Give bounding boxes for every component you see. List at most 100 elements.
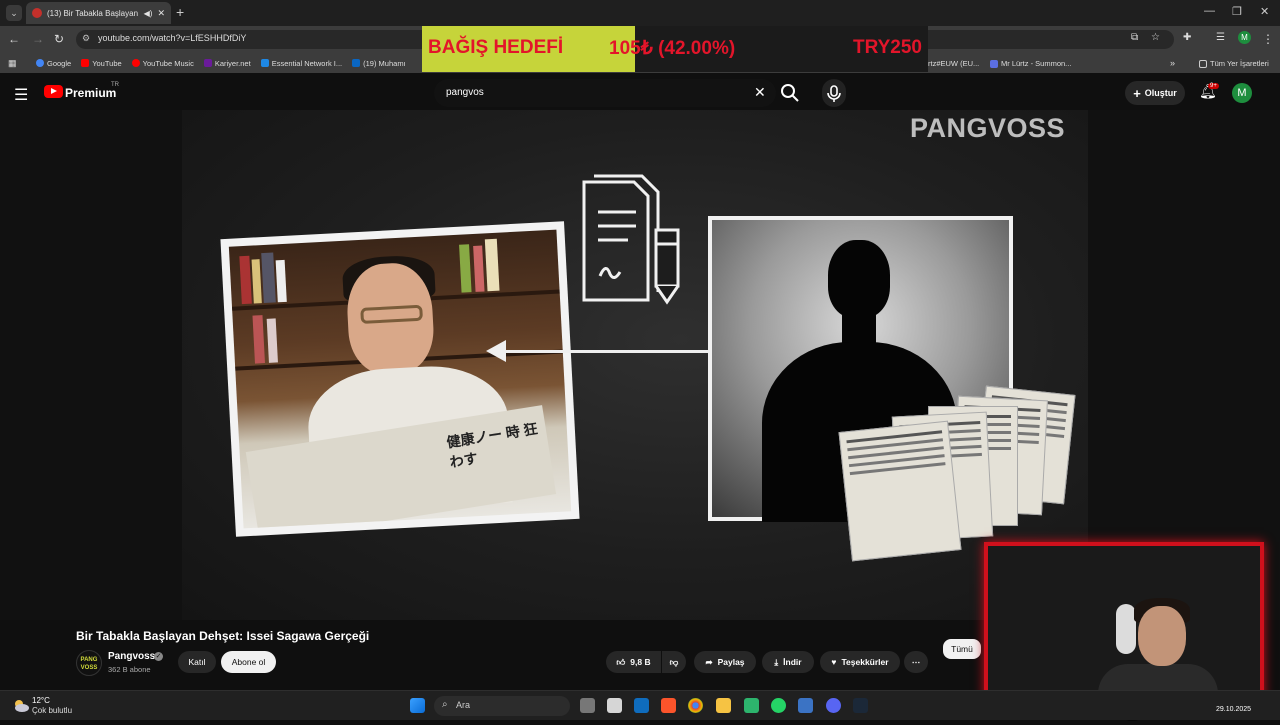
- thumbs-down-icon: 👎︎: [669, 656, 679, 667]
- bookmark-label: YouTube Music: [142, 58, 194, 68]
- new-tab-button[interactable]: +: [176, 4, 184, 20]
- photo-man-reading-newspaper: 健康ノー 時 狂わす: [220, 221, 580, 537]
- clear-search-icon[interactable]: ✕: [754, 84, 766, 101]
- streamer-webcam: [984, 542, 1264, 700]
- reading-list-icon[interactable]: ☰: [1216, 32, 1225, 43]
- channel-name[interactable]: Pangvoss: [108, 651, 155, 662]
- download-icon: ⤓: [774, 656, 779, 667]
- google-icon: [36, 59, 44, 67]
- minimize-button[interactable]: —: [1204, 5, 1215, 17]
- bookmark-summoner[interactable]: Mr Lürtz - Summon...: [990, 59, 1071, 68]
- microphone-icon: [827, 85, 841, 102]
- thanks-label: Teşekkürler: [841, 657, 889, 667]
- apps-grid-icon[interactable]: ▦: [8, 58, 17, 69]
- bookmark-label: Essential Network I...: [271, 58, 343, 68]
- plus-icon: +: [1133, 85, 1141, 101]
- search-icon: ⌕: [442, 699, 448, 710]
- folder-icon: [1199, 59, 1207, 68]
- search-icon[interactable]: [778, 81, 802, 105]
- like-count: 9,8 B: [630, 657, 651, 667]
- bookmark-label: rtz#EUW (EU...: [928, 59, 980, 68]
- active-tab[interactable]: (13) Bir Tabakla Başlayan De ◀) ✕: [26, 2, 171, 24]
- search-query: pangvos: [446, 87, 484, 98]
- file-explorer-icon[interactable]: [716, 698, 731, 713]
- join-button[interactable]: Katıl: [178, 651, 216, 673]
- taskbar-search[interactable]: ⌕ Ara: [434, 696, 570, 716]
- bookmark-linkedin[interactable]: (19) Muhamı: [352, 59, 406, 68]
- app-icon[interactable]: [798, 698, 813, 713]
- more-options-icon: ⋯: [911, 656, 921, 667]
- channel-avatar[interactable]: PANG VOSS: [76, 650, 102, 676]
- more-actions-button[interactable]: ⋯: [904, 651, 928, 673]
- extensions-icon[interactable]: ✚: [1183, 32, 1191, 43]
- search-input[interactable]: pangvos ✕: [434, 79, 776, 107]
- like-button[interactable]: 👍︎ 9,8 B: [606, 651, 661, 673]
- windows-start-icon[interactable]: [410, 698, 425, 713]
- site-info-icon[interactable]: ⚙: [82, 33, 90, 44]
- youtube-favicon-icon: [32, 8, 42, 18]
- create-button[interactable]: + Oluştur: [1125, 81, 1185, 105]
- youtube-logo-icon[interactable]: [44, 85, 63, 98]
- reload-icon[interactable]: ↻: [54, 32, 64, 46]
- bookmark-kariyer[interactable]: Kariyer.net: [203, 58, 251, 68]
- bookmark-youtube-music[interactable]: YouTube Music: [131, 58, 194, 68]
- profile-avatar-icon[interactable]: M: [1238, 31, 1251, 44]
- youtube-music-icon: [131, 59, 140, 67]
- region-code: TR: [111, 82, 119, 88]
- donation-amount: 105₺ (42.00%): [609, 38, 736, 59]
- widgets-icon[interactable]: [607, 698, 622, 713]
- browser-tab-bar: ⌄ (13) Bir Tabakla Başlayan De ◀) ✕ + — …: [0, 0, 1280, 26]
- share-button[interactable]: ➦ Paylaş: [694, 651, 756, 673]
- taskbar-date: 29.10.2025: [1216, 706, 1252, 713]
- mail-icon[interactable]: [634, 698, 649, 713]
- thanks-button[interactable]: ♥ Teşekkürler: [820, 651, 900, 673]
- maximize-button[interactable]: ❐: [1232, 5, 1242, 18]
- whatsapp-icon[interactable]: [771, 698, 786, 713]
- bookmark-euw[interactable]: rtz#EUW (EU...: [928, 59, 979, 68]
- voice-search-button[interactable]: [822, 79, 846, 107]
- steam-icon[interactable]: [853, 698, 868, 713]
- chrome-icon[interactable]: [688, 698, 703, 713]
- thumbs-up-icon: 👍︎: [616, 656, 626, 667]
- task-view-icon[interactable]: [580, 698, 595, 713]
- newspaper-stack-item: [838, 420, 962, 562]
- close-tab-icon[interactable]: ✕: [157, 8, 165, 19]
- chip-all[interactable]: Tümü: [943, 639, 981, 659]
- tab-title: (13) Bir Tabakla Başlayan De: [47, 8, 139, 18]
- tab-search-icon[interactable]: ⌄: [6, 5, 22, 21]
- bookmark-star-icon[interactable]: ☆: [1151, 32, 1160, 43]
- notification-badge: 9+: [1208, 83, 1219, 89]
- verified-check-icon: ✓: [154, 652, 163, 661]
- dislike-button[interactable]: 👎︎: [662, 651, 686, 673]
- hamburger-menu-icon[interactable]: ☰: [14, 85, 28, 105]
- bookmark-label: (19) Muhamı: [363, 58, 406, 68]
- install-app-icon[interactable]: ⧉: [1131, 32, 1138, 43]
- cloudy-weather-icon[interactable]: [12, 697, 30, 713]
- all-bookmarks[interactable]: Tüm Yer İşaretleri: [1199, 59, 1269, 68]
- bookmark-label: Mr Lürtz - Summon...: [1001, 59, 1072, 68]
- bookmark-essential-network[interactable]: Essential Network I...: [260, 58, 343, 68]
- bookmark-youtube[interactable]: YouTube: [81, 59, 122, 68]
- spotify-icon[interactable]: [744, 698, 759, 713]
- youtube-brand[interactable]: Premium: [65, 86, 116, 100]
- more-bookmarks-icon[interactable]: »: [1170, 58, 1175, 68]
- summoner-icon: [990, 59, 998, 68]
- close-window-button[interactable]: ✕: [1260, 5, 1269, 18]
- donation-target: TRY250: [853, 37, 922, 58]
- browser-menu-icon[interactable]: ⋮: [1262, 32, 1274, 46]
- speaker-icon[interactable]: ◀): [144, 9, 153, 18]
- back-icon[interactable]: ←: [8, 32, 20, 46]
- discord-icon[interactable]: [826, 698, 841, 713]
- url-text: youtube.com/watch?v=LfESHHDfDiY: [98, 33, 247, 43]
- account-avatar[interactable]: M: [1232, 83, 1252, 103]
- brave-browser-icon[interactable]: [661, 698, 676, 713]
- download-button[interactable]: ⤓ İndir: [762, 651, 814, 673]
- donation-label: BAĞIŞ HEDEFİ: [428, 37, 564, 58]
- channel-watermark: PANGVOSS: [910, 113, 1066, 143]
- bookmark-google[interactable]: Google: [36, 59, 71, 68]
- forward-icon[interactable]: →: [32, 32, 44, 46]
- bookmark-label: Kariyer.net: [214, 58, 251, 68]
- video-title: Bir Tabakla Başlayan Dehşet: Issei Sagaw…: [76, 629, 370, 643]
- share-label: Paylaş: [717, 657, 745, 667]
- subscribe-button[interactable]: Abone ol: [221, 651, 276, 673]
